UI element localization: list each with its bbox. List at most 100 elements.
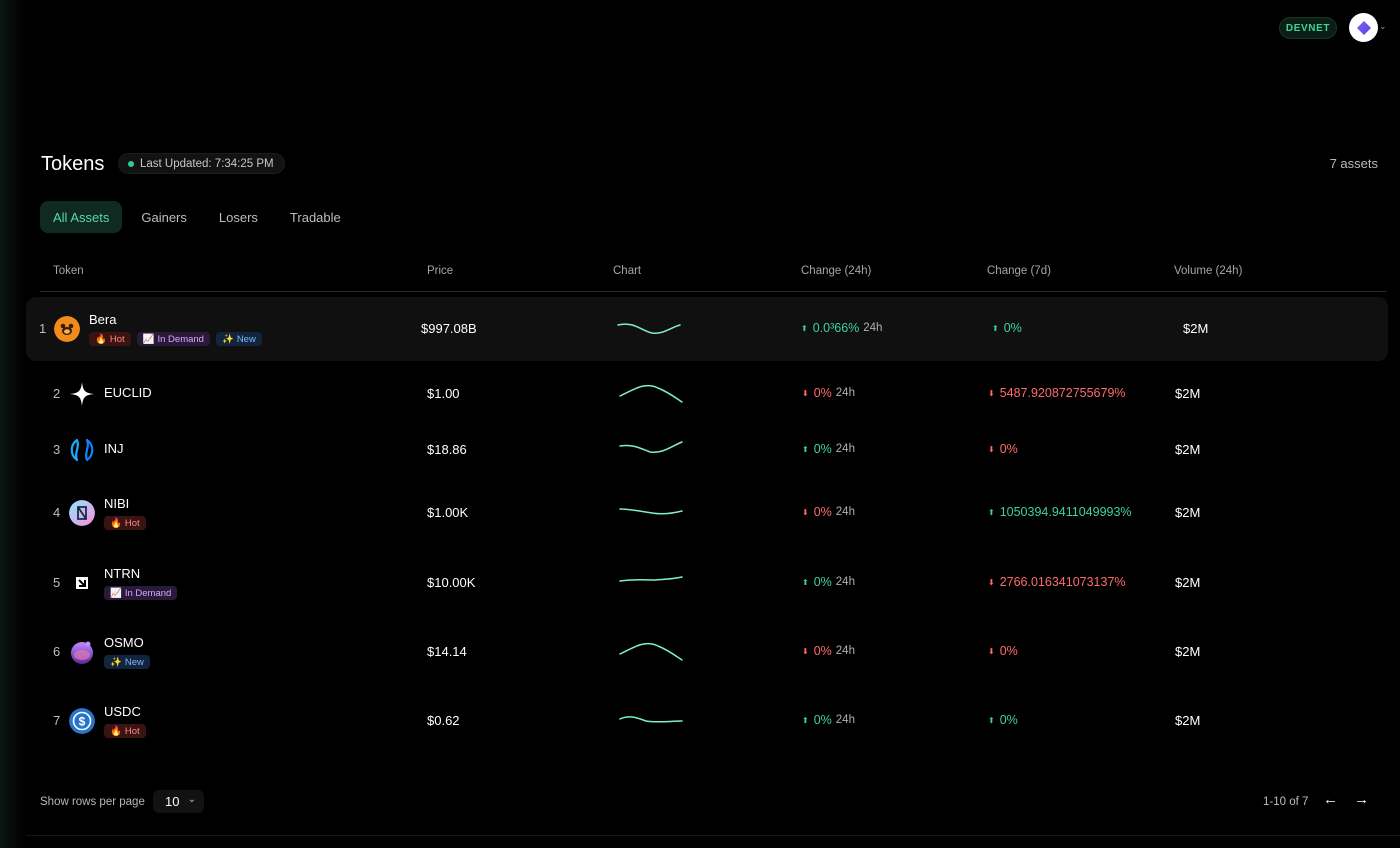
nibiru-icon <box>69 500 95 526</box>
change-24h-period: 24h <box>835 387 855 399</box>
tab-gainers[interactable]: Gainers <box>128 201 200 233</box>
change-24h-period: 24h <box>835 443 855 455</box>
arrow-up-icon: ⬆ <box>802 577 809 587</box>
tag-new-icon: ✨ <box>110 656 122 668</box>
tokens-panel: Tokens Last Updated: 7:34:25 PM 7 assets… <box>26 140 1400 836</box>
arrow-up-icon: ⬆ <box>801 323 808 333</box>
change-7d-value: 0% <box>999 713 1018 727</box>
neutron-icon <box>69 570 95 596</box>
tag-hot-icon: 🔥 <box>110 517 122 529</box>
change-24h: ⬇ 0% 24h <box>802 505 855 519</box>
table-row[interactable]: 3 INJ $18.86 ⬆ 0% 24h ⬇ 0% $2M <box>26 422 1388 478</box>
wallet-avatar[interactable] <box>1349 13 1378 42</box>
change-7d: ⬆ 0% <box>992 321 1022 335</box>
next-page-button[interactable]: → <box>1354 791 1369 808</box>
table-header: Token Price Chart Change (24h) Change (7… <box>40 258 1386 292</box>
tab-tradable[interactable]: Tradable <box>277 201 354 233</box>
bera-bear-icon <box>54 316 80 342</box>
tag-label: Hot <box>124 725 140 737</box>
arrow-down-icon: ⬇ <box>988 388 995 398</box>
arrow-down-icon: ⬇ <box>988 444 995 454</box>
change-24h-value: 0% <box>813 644 832 658</box>
token-tags: 📈 In Demand <box>104 586 178 600</box>
injective-icon <box>69 437 95 463</box>
usdc-icon: $ <box>69 708 95 734</box>
token-name[interactable]: EUCLID <box>104 385 152 400</box>
token-volume: $2M <box>1175 386 1201 401</box>
osmosis-icon <box>69 639 95 665</box>
rows-per-page-label: Show rows per page <box>40 796 145 808</box>
token-name[interactable]: OSMO <box>104 635 144 650</box>
arrow-up-icon: ⬆ <box>802 715 809 725</box>
change-24h: ⬆ 0.0³66% 24h <box>801 321 882 335</box>
token-rank: 7 <box>53 713 61 728</box>
table-row[interactable]: 1 Bera 🔥 Hot 📈 In Demand ✨ New $997.08B ⬆ 0.0³66% 2… <box>26 297 1388 361</box>
tab-all-assets[interactable]: All Assets <box>40 201 123 233</box>
tag-hot: 🔥 Hot <box>89 332 131 346</box>
change-24h: ⬇ 0% 24h <box>802 386 855 400</box>
change-7d: ⬇ 2766.016341073137% <box>988 575 1126 589</box>
price-sparkline <box>619 508 683 515</box>
table-row[interactable]: 5 NTRN 📈 In Demand $10.00K ⬆ 0% 24h ⬇ 2766.016341… <box>26 552 1388 614</box>
price-sparkline <box>619 384 683 403</box>
tag-label: New <box>236 333 256 345</box>
change-7d-value: 5487.920872755679% <box>999 386 1126 400</box>
column-header-change-24h[interactable]: Change (24h) <box>801 265 871 277</box>
euclid-star-icon <box>69 381 95 407</box>
table-row[interactable]: 4 NIBI 🔥 Hot $1.00K ⬇ 0% 24h ⬆ 1050394.9411049993… <box>26 482 1388 544</box>
change-24h-period: 24h <box>835 576 855 588</box>
column-header-chart: Chart <box>613 265 642 277</box>
tag-label: Hot <box>109 333 125 345</box>
price-sparkline <box>617 323 681 335</box>
token-rank: 1 <box>39 321 47 336</box>
change-24h-period: 24h <box>835 645 855 657</box>
token-price: $18.86 <box>427 442 467 457</box>
token-rank: 4 <box>53 505 61 520</box>
change-7d-value: 0% <box>999 442 1018 456</box>
change-7d-value: 2766.016341073137% <box>999 575 1126 589</box>
column-header-price[interactable]: Price <box>427 265 453 277</box>
change-24h: ⬆ 0% 24h <box>802 442 855 456</box>
price-sparkline <box>619 576 683 582</box>
tag-hot: 🔥 Hot <box>104 516 146 530</box>
token-rank: 3 <box>53 442 61 457</box>
token-name[interactable]: Bera <box>89 312 116 327</box>
rows-per-page-select[interactable]: 10 ⌄ <box>153 790 204 813</box>
tab-losers[interactable]: Losers <box>206 201 271 233</box>
change-24h-value: 0.0³66% <box>812 321 860 335</box>
token-tags: 🔥 Hot <box>104 516 146 530</box>
tag-hot-icon: 🔥 <box>110 725 122 737</box>
chevron-down-icon[interactable]: ⌄ <box>1379 21 1387 32</box>
tag-label: Hot <box>124 517 140 529</box>
token-volume: $2M <box>1175 442 1201 457</box>
token-name[interactable]: USDC <box>104 704 141 719</box>
token-name[interactable]: NTRN <box>104 566 140 581</box>
token-name[interactable]: NIBI <box>104 496 129 511</box>
price-sparkline <box>619 716 683 723</box>
tag-label: New <box>124 656 144 668</box>
change-24h: ⬆ 0% 24h <box>802 575 855 589</box>
change-7d: ⬇ 0% <box>988 644 1018 658</box>
column-header-token[interactable]: Token <box>53 265 84 277</box>
table-row[interactable]: 7 $ USDC 🔥 Hot $0.62 ⬆ 0% 24h ⬆ 0% $2M <box>26 690 1388 752</box>
token-name[interactable]: INJ <box>104 441 124 456</box>
table-row[interactable]: 2 EUCLID $1.00 ⬇ 0% 24h ⬇ 5487.920872755679% $2M <box>26 366 1388 422</box>
svg-text:$: $ <box>79 715 86 729</box>
token-volume: $2M <box>1175 575 1201 590</box>
table-row[interactable]: 6 OSMO ✨ New $14.14 ⬇ 0% 24h ⬇ 0% $2M <box>26 621 1388 683</box>
tag-demand-icon: 📈 <box>110 587 122 599</box>
previous-page-button[interactable]: ← <box>1323 791 1338 808</box>
change-24h-period: 24h <box>835 714 855 726</box>
column-header-volume-24h[interactable]: Volume (24h) <box>1174 265 1242 277</box>
change-24h-value: 0% <box>813 505 832 519</box>
tag-new: ✨ New <box>215 332 262 346</box>
network-badge[interactable]: DEVNET <box>1279 17 1337 39</box>
token-volume: $2M <box>1175 644 1201 659</box>
token-volume: $2M <box>1175 505 1201 520</box>
column-header-change-7d[interactable]: Change (7d) <box>987 265 1051 277</box>
arrow-up-icon: ⬆ <box>988 715 995 725</box>
change-24h-value: 0% <box>813 713 832 727</box>
tag-demand: 📈 In Demand <box>104 586 178 600</box>
last-updated-badge: Last Updated: 7:34:25 PM <box>118 153 285 174</box>
change-7d-value: 0% <box>1003 321 1022 335</box>
